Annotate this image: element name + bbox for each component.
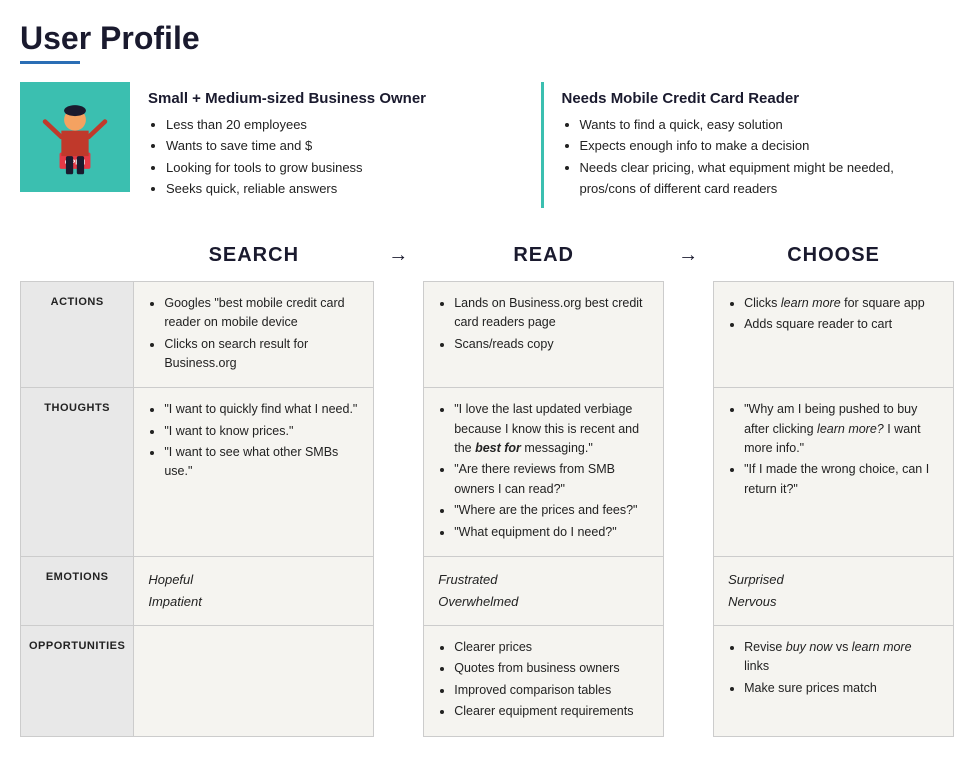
list-item: Scans/reads copy — [454, 335, 649, 354]
thoughts-choose-cell: "Why am I being pushed to buy after clic… — [714, 388, 954, 557]
profile-col2: Needs Mobile Credit Card Reader Wants to… — [544, 82, 955, 208]
list-item: "I want to know prices." — [164, 422, 359, 441]
list-item: Expects enough info to make a decision — [580, 135, 937, 156]
list-item: Lands on Business.org best credit card r… — [454, 294, 649, 333]
list-item: Seeks quick, reliable answers — [166, 178, 523, 199]
stage-choose-header: CHOOSE — [714, 236, 954, 282]
opportunities-row: OPPORTUNITIES Clearer prices Quotes from… — [21, 626, 954, 737]
arrow-spacer — [374, 281, 424, 388]
arrow-spacer2 — [664, 281, 714, 388]
list-item: Make sure prices match — [744, 679, 939, 698]
actions-read-cell: Lands on Business.org best credit card r… — [424, 281, 664, 388]
list-item: "Are there reviews from SMB owners I can… — [454, 460, 649, 499]
emotions-read-cell: FrustratedOverwhelmed — [424, 556, 664, 625]
emotions-label: EMOTIONS — [21, 556, 134, 625]
arrow-spacer6 — [664, 556, 714, 625]
actions-row: ACTIONS Googles "best mobile credit card… — [21, 281, 954, 388]
list-item: "What equipment do I need?" — [454, 523, 649, 542]
list-item: Needs clear pricing, what equipment migh… — [580, 157, 937, 200]
list-item: "Why am I being pushed to buy after clic… — [744, 400, 939, 458]
page-title: User Profile — [20, 20, 954, 57]
opps-choose-cell: Revise buy now vs learn more links Make … — [714, 626, 954, 737]
list-item: Clicks learn more for square app — [744, 294, 939, 313]
thoughts-read-cell: "I love the last updated verbiage becaus… — [424, 388, 664, 557]
arrow1: → — [374, 236, 424, 282]
list-item: Clicks on search result for Business.org — [164, 335, 359, 374]
profile-section: OPEN Small + Medium-sized Business Owner… — [20, 82, 954, 208]
emotions-row: EMOTIONS HopefulImpatient FrustratedOver… — [21, 556, 954, 625]
list-item: Adds square reader to cart — [744, 315, 939, 334]
arrow2: → — [664, 236, 714, 282]
list-item: Clearer prices — [454, 638, 649, 657]
list-item: Revise buy now vs learn more links — [744, 638, 939, 677]
profile-col2-list: Wants to find a quick, easy solution Exp… — [562, 114, 937, 200]
stage-search-header: SEARCH — [134, 236, 374, 282]
thoughts-label: THOUGHTS — [21, 388, 134, 557]
stage-header-row: SEARCH → READ → CHOOSE — [21, 236, 954, 282]
list-item: "I want to see what other SMBs use." — [164, 443, 359, 482]
list-item: Googles "best mobile credit card reader … — [164, 294, 359, 333]
list-item: Clearer equipment requirements — [454, 702, 649, 721]
stage-read-header: READ — [424, 236, 664, 282]
title-underline — [20, 61, 80, 64]
list-item: "If I made the wrong choice, can I retur… — [744, 460, 939, 499]
profile-col1: Small + Medium-sized Business Owner Less… — [130, 82, 544, 208]
profile-cols: Small + Medium-sized Business Owner Less… — [130, 82, 954, 208]
emotions-search-cell: HopefulImpatient — [134, 556, 374, 625]
list-item: Wants to save time and $ — [166, 135, 523, 156]
list-item: "I want to quickly find what I need." — [164, 400, 359, 419]
thoughts-row: THOUGHTS "I want to quickly find what I … — [21, 388, 954, 557]
arrow-spacer4 — [664, 388, 714, 557]
list-item: "Where are the prices and fees?" — [454, 501, 649, 520]
profile-image: OPEN — [20, 82, 130, 192]
emotions-choose-cell: SurprisedNervous — [714, 556, 954, 625]
list-item: Wants to find a quick, easy solution — [580, 114, 937, 135]
opps-label: OPPORTUNITIES — [21, 626, 134, 737]
actions-search-cell: Googles "best mobile credit card reader … — [134, 281, 374, 388]
arrow-spacer7 — [374, 626, 424, 737]
list-item: Looking for tools to grow business — [166, 157, 523, 178]
list-item: Quotes from business owners — [454, 659, 649, 678]
list-item: Less than 20 employees — [166, 114, 523, 135]
profile-col1-list: Less than 20 employees Wants to save tim… — [148, 114, 523, 200]
profile-col1-title: Small + Medium-sized Business Owner — [148, 90, 523, 107]
thoughts-search-cell: "I want to quickly find what I need." "I… — [134, 388, 374, 557]
profile-col2-title: Needs Mobile Credit Card Reader — [562, 90, 937, 107]
list-item: "I love the last updated verbiage becaus… — [454, 400, 649, 458]
actions-choose-cell: Clicks learn more for square app Adds sq… — [714, 281, 954, 388]
arrow-spacer8 — [664, 626, 714, 737]
opps-search-cell — [134, 626, 374, 737]
arrow-spacer3 — [374, 388, 424, 557]
empty-header — [21, 236, 134, 282]
actions-label: ACTIONS — [21, 281, 134, 388]
journey-table: SEARCH → READ → CHOOSE ACTIONS Googles "… — [20, 236, 954, 737]
arrow-spacer5 — [374, 556, 424, 625]
list-item: Improved comparison tables — [454, 681, 649, 700]
opps-read-cell: Clearer prices Quotes from business owne… — [424, 626, 664, 737]
